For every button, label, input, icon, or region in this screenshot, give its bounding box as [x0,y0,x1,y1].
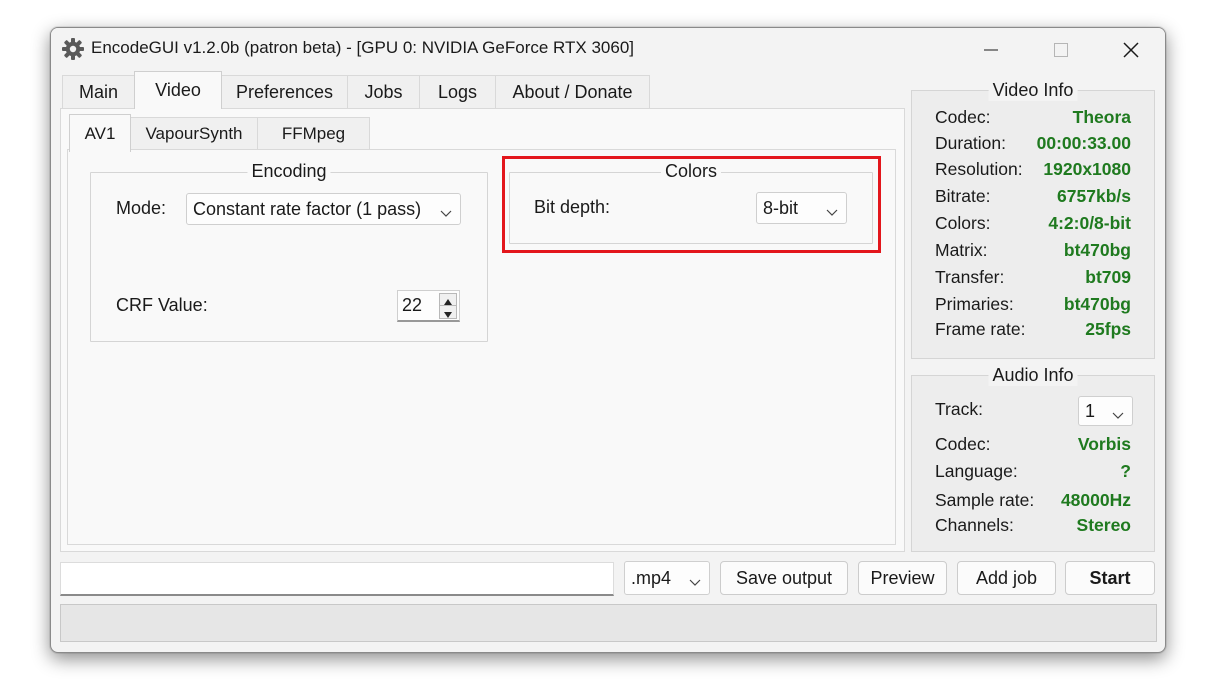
audio-info-label: Channels: [935,515,1014,535]
video-info-label: Duration: [935,133,1007,153]
gear-icon [61,37,85,61]
tab-jobs[interactable]: Jobs [347,75,420,109]
video-info-value: 4:2:0/8-bit [1048,213,1131,233]
title-bar: EncodeGUI v1.2.0b (patron beta) - [GPU 0… [51,28,1165,72]
video-info-label: Resolution: [935,159,1023,179]
tab-preferences[interactable]: Preferences [221,75,348,109]
video-info-value: bt470bg [1063,294,1131,314]
video-info-value: bt470bg [1063,240,1131,260]
crf-value-stepper[interactable]: 22 [397,290,460,322]
video-info-value: Theora [1072,107,1131,127]
start-label: Start [1089,567,1131,588]
container-value: .mp4 [631,567,672,588]
chevron-down-icon [1112,405,1124,426]
tab-preferences-label: Preferences [235,82,334,102]
tab-about-donate[interactable]: About / Donate [495,75,650,109]
maximize-icon [1053,42,1069,58]
subtab-vapoursynth[interactable]: VapourSynth [130,117,258,149]
tab-video-label: Video [155,80,201,100]
video-info-label: Primaries: [935,294,1014,314]
save-output-label: Save output [735,567,833,588]
encoding-group-title: Encoding [247,161,331,182]
tab-about-donate-label: About / Donate [512,82,633,102]
subtab-ffmpeg[interactable]: FFMpeg [257,117,370,149]
add-job-button[interactable]: Add job [957,561,1056,595]
track-select[interactable]: 1 [1078,396,1133,426]
tab-main[interactable]: Main [62,75,135,109]
subtab-ffmpeg-label: FFMpeg [281,123,346,143]
video-info-label: Codec: [935,107,991,127]
preview-label: Preview [870,567,935,588]
app-window: EncodeGUI v1.2.0b (patron beta) - [GPU 0… [50,27,1166,653]
chevron-down-icon [440,203,452,224]
container-select[interactable]: .mp4 [624,561,710,595]
subtab-av1-label: AV1 [84,123,116,143]
track-label: Track: [935,399,983,419]
mode-select[interactable]: Constant rate factor (1 pass) [186,193,461,225]
audio-info-label: Language: [935,461,1018,481]
start-button[interactable]: Start [1065,561,1155,595]
add-job-label: Add job [975,567,1038,588]
audio-info-value: Vorbis [1077,434,1131,454]
video-info-label: Frame rate: [935,319,1026,339]
minimize-button[interactable] [956,28,1026,72]
minimize-icon [983,42,999,58]
audio-info-title: Audio Info [988,365,1078,386]
subtab-av1[interactable]: AV1 [69,114,131,152]
video-info-value: 6757kb/s [1057,186,1131,206]
av1-tab-panel: Encoding Mode: Constant rate factor (1 p… [67,149,896,545]
crf-value-label: CRF Value: [116,295,208,315]
maximize-button[interactable] [1026,28,1096,72]
window-title: EncodeGUI v1.2.0b (patron beta) - [GPU 0… [91,38,634,57]
video-info-value: 00:00:33.00 [1036,133,1131,153]
track-value: 1 [1085,400,1096,421]
audio-info-value: ? [1120,461,1131,481]
colors-highlight-box [502,156,881,253]
mode-select-value: Constant rate factor (1 pass) [193,198,422,219]
close-icon [1122,41,1140,59]
progress-bar [60,604,1157,642]
audio-info-value: 48000Hz [1060,490,1131,510]
video-info-label: Bitrate: [935,186,991,206]
audio-info-value: Stereo [1076,515,1131,535]
tab-video[interactable]: Video [134,71,222,109]
stepper-down-button[interactable] [439,306,457,319]
audio-info-label: Codec: [935,434,991,454]
video-info-value: 25fps [1085,319,1131,339]
tab-logs-label: Logs [437,82,478,102]
preview-button[interactable]: Preview [858,561,947,595]
subtab-vapoursynth-label: VapourSynth [145,123,243,143]
video-info-label: Colors: [935,213,991,233]
video-info-label: Matrix: [935,240,988,260]
mode-label: Mode: [116,198,167,218]
video-info-label: Transfer: [935,267,1005,287]
chevron-down-icon [689,572,701,593]
video-info-title: Video Info [988,80,1078,101]
tab-main-label: Main [79,82,119,102]
stepper-buttons [439,293,457,319]
tab-logs[interactable]: Logs [419,75,496,109]
crf-value: 22 [402,295,423,315]
triangle-down-icon [444,302,452,323]
audio-info-label: Sample rate: [935,490,1035,510]
video-info-value: bt709 [1085,267,1131,287]
save-output-button[interactable]: Save output [720,561,848,595]
tab-jobs-label: Jobs [364,82,403,102]
output-path-input[interactable] [60,562,614,596]
close-button[interactable] [1096,28,1165,72]
video-info-value: 1920x1080 [1043,159,1131,179]
